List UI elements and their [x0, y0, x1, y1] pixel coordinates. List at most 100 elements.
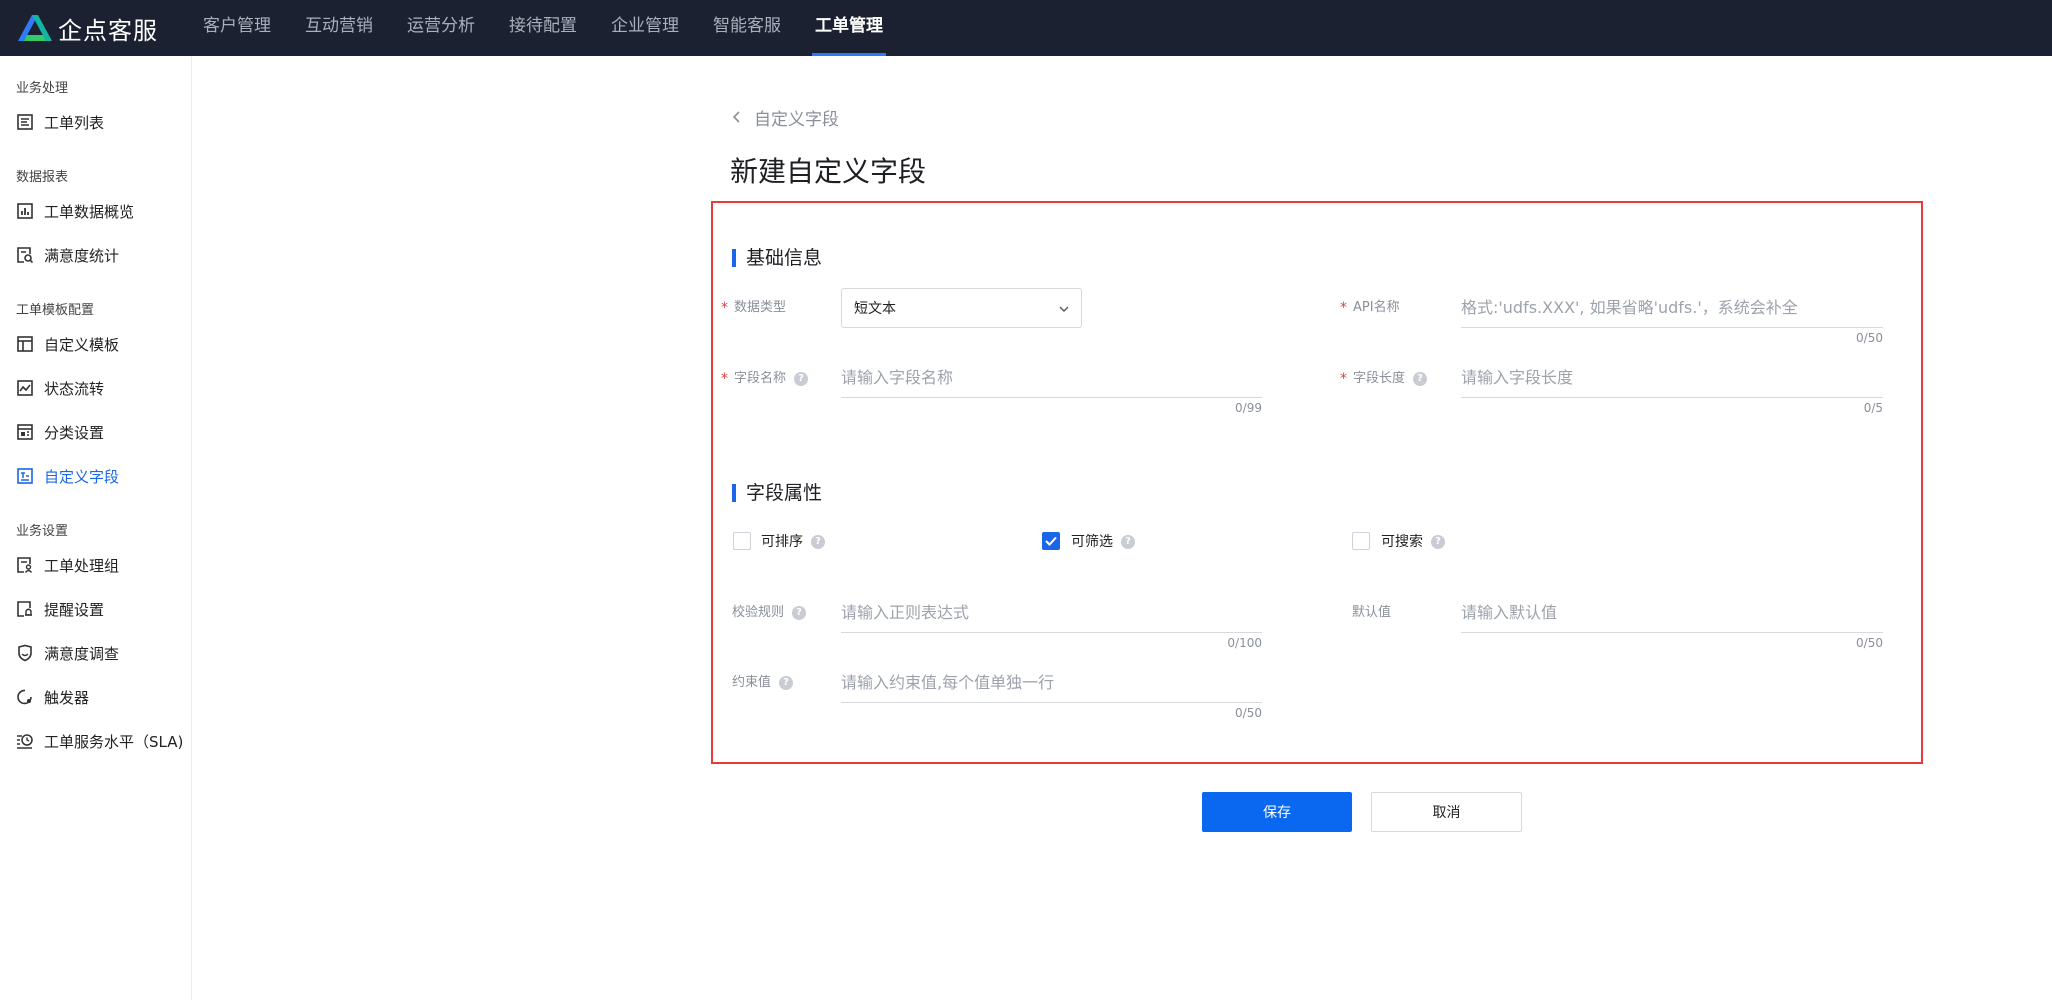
default-value-count: 0/50: [1856, 636, 1883, 650]
nav-reception-config[interactable]: 接待配置: [509, 0, 577, 56]
flow-icon: [16, 379, 34, 397]
field-icon: [16, 467, 34, 485]
sidebar-item-label: 工单处理组: [44, 556, 120, 575]
constraint-count: 0/50: [1235, 706, 1262, 720]
sidebar-item-trigger[interactable]: 触发器: [16, 682, 89, 712]
field-name-input[interactable]: [841, 358, 1262, 398]
sidebar-item-satisfaction-survey[interactable]: 满意度调查: [16, 638, 119, 668]
sidebar-item-label: 满意度统计: [44, 246, 120, 265]
required-marker: *: [1340, 300, 1347, 316]
help-icon[interactable]: ?: [1413, 372, 1428, 386]
sidebar-item-custom-field[interactable]: 自定义字段: [16, 461, 119, 491]
sidebar-item-ticket-list[interactable]: 工单列表: [16, 107, 104, 137]
field-length-count: 0/5: [1863, 401, 1883, 415]
constraint-label: 约束值 ?: [732, 673, 794, 693]
sidebar-group-template-config: 工单模板配置: [16, 303, 95, 318]
validation-rule-label: 校验规则 ?: [732, 603, 807, 623]
sidebar-item-ticket-data-overview[interactable]: 工单数据概览: [16, 196, 134, 226]
sidebar-item-label: 满意度调查: [44, 644, 120, 663]
sidebar-item-satisfaction-stats[interactable]: 满意度统计: [16, 240, 119, 270]
constraint-input[interactable]: [841, 663, 1262, 703]
check-icon: [1045, 536, 1057, 546]
data-type-value: 短文本: [854, 301, 896, 317]
nav-interactive-marketing[interactable]: 互动营销: [305, 0, 373, 56]
sidebar-item-custom-template[interactable]: 自定义模板: [16, 329, 119, 359]
sidebar-item-label: 自定义字段: [44, 467, 120, 486]
searchable-label: 可搜索 ?: [1381, 532, 1445, 552]
sortable-label: 可排序 ?: [761, 532, 825, 552]
sidebar-group-business-settings: 业务设置: [16, 524, 69, 539]
sidebar-item-label: 自定义模板: [44, 335, 120, 354]
validation-rule-count: 0/100: [1227, 636, 1262, 650]
filterable-checkbox[interactable]: [1042, 532, 1060, 550]
sidebar-item-status-flow[interactable]: 状态流转: [16, 373, 104, 403]
help-icon[interactable]: ?: [794, 372, 809, 386]
sidebar-item-label: 工单数据概览: [44, 202, 135, 221]
category-icon: [16, 423, 34, 441]
sortable-checkbox[interactable]: [733, 532, 751, 550]
api-name-count: 0/50: [1856, 331, 1883, 345]
section-title-field-attributes: 字段属性: [732, 480, 822, 506]
top-navbar: 企点客服 客户管理 互动营销 运营分析 接待配置 企业管理 智能客服 工单管理: [0, 0, 2052, 56]
api-name-label: * API名称: [1340, 300, 1400, 316]
stats-icon: [16, 246, 34, 264]
searchable-checkbox[interactable]: [1352, 532, 1370, 550]
save-button[interactable]: 保存: [1202, 792, 1352, 832]
sidebar-group-business: 业务处理: [16, 81, 69, 96]
required-marker: *: [721, 371, 728, 387]
survey-icon: [16, 644, 34, 662]
help-icon[interactable]: ?: [811, 535, 825, 549]
sidebar-item-ticket-group[interactable]: 工单处理组: [16, 550, 119, 580]
cancel-button[interactable]: 取消: [1371, 792, 1522, 832]
section-title-basic-info: 基础信息: [732, 245, 822, 271]
back-link-label: 自定义字段: [754, 109, 839, 130]
field-name-count: 0/99: [1235, 401, 1262, 415]
api-name-input[interactable]: [1461, 288, 1883, 328]
sidebar-group-reports: 数据报表: [16, 170, 69, 185]
sidebar-item-label: 工单服务水平（SLA): [44, 732, 184, 751]
sidebar-item-sla[interactable]: 工单服务水平（SLA): [16, 726, 183, 756]
template-icon: [16, 335, 34, 353]
field-length-input[interactable]: [1461, 358, 1883, 398]
default-value-label: 默认值: [1352, 605, 1392, 620]
sidebar-item-label: 分类设置: [44, 423, 105, 442]
help-icon[interactable]: ?: [1431, 535, 1445, 549]
sidebar-item-label: 工单列表: [44, 113, 105, 132]
help-icon[interactable]: ?: [779, 676, 794, 690]
trigger-icon: [16, 688, 34, 706]
app-name: 企点客服: [58, 16, 158, 45]
back-link[interactable]: 自定义字段: [730, 104, 839, 130]
data-type-label: * 数据类型: [721, 300, 787, 316]
nav-enterprise-management[interactable]: 企业管理: [611, 0, 679, 56]
chart-icon: [16, 202, 34, 220]
nav-operation-analysis[interactable]: 运营分析: [407, 0, 475, 56]
group-icon: [16, 556, 34, 574]
sidebar-item-reminder-settings[interactable]: 提醒设置: [16, 594, 104, 624]
clock-icon: [16, 732, 34, 750]
help-icon[interactable]: ?: [1121, 535, 1135, 549]
chevron-down-icon: [1059, 306, 1069, 312]
sidebar-item-category-settings[interactable]: 分类设置: [16, 417, 104, 447]
data-type-select[interactable]: 短文本: [841, 288, 1082, 328]
nav-ticket-management[interactable]: 工单管理: [812, 0, 886, 56]
filterable-label: 可筛选 ?: [1071, 532, 1135, 552]
default-value-input[interactable]: [1461, 593, 1883, 633]
required-marker: *: [721, 300, 728, 316]
validation-rule-input[interactable]: [841, 593, 1262, 633]
logo-icon: [18, 15, 52, 41]
required-marker: *: [1340, 371, 1347, 387]
app-logo[interactable]: 企点客服: [16, 11, 158, 45]
help-icon[interactable]: ?: [792, 606, 807, 620]
bell-icon: [16, 600, 34, 618]
chevron-left-icon: [732, 111, 740, 123]
field-length-label: * 字段长度 ?: [1340, 369, 1428, 389]
field-name-label: * 字段名称 ?: [721, 369, 809, 389]
nav-customer-management[interactable]: 客户管理: [203, 0, 271, 56]
sidebar: 业务处理 工单列表 数据报表 工单数据概览 满意度统计 工单模板配置 自定义模板…: [0, 56, 192, 1000]
sidebar-item-label: 状态流转: [44, 379, 105, 398]
sidebar-item-label: 提醒设置: [44, 600, 105, 619]
list-icon: [16, 113, 34, 131]
sidebar-item-label: 触发器: [44, 688, 90, 707]
page-title: 新建自定义字段: [730, 155, 927, 188]
nav-smart-service[interactable]: 智能客服: [713, 0, 781, 56]
